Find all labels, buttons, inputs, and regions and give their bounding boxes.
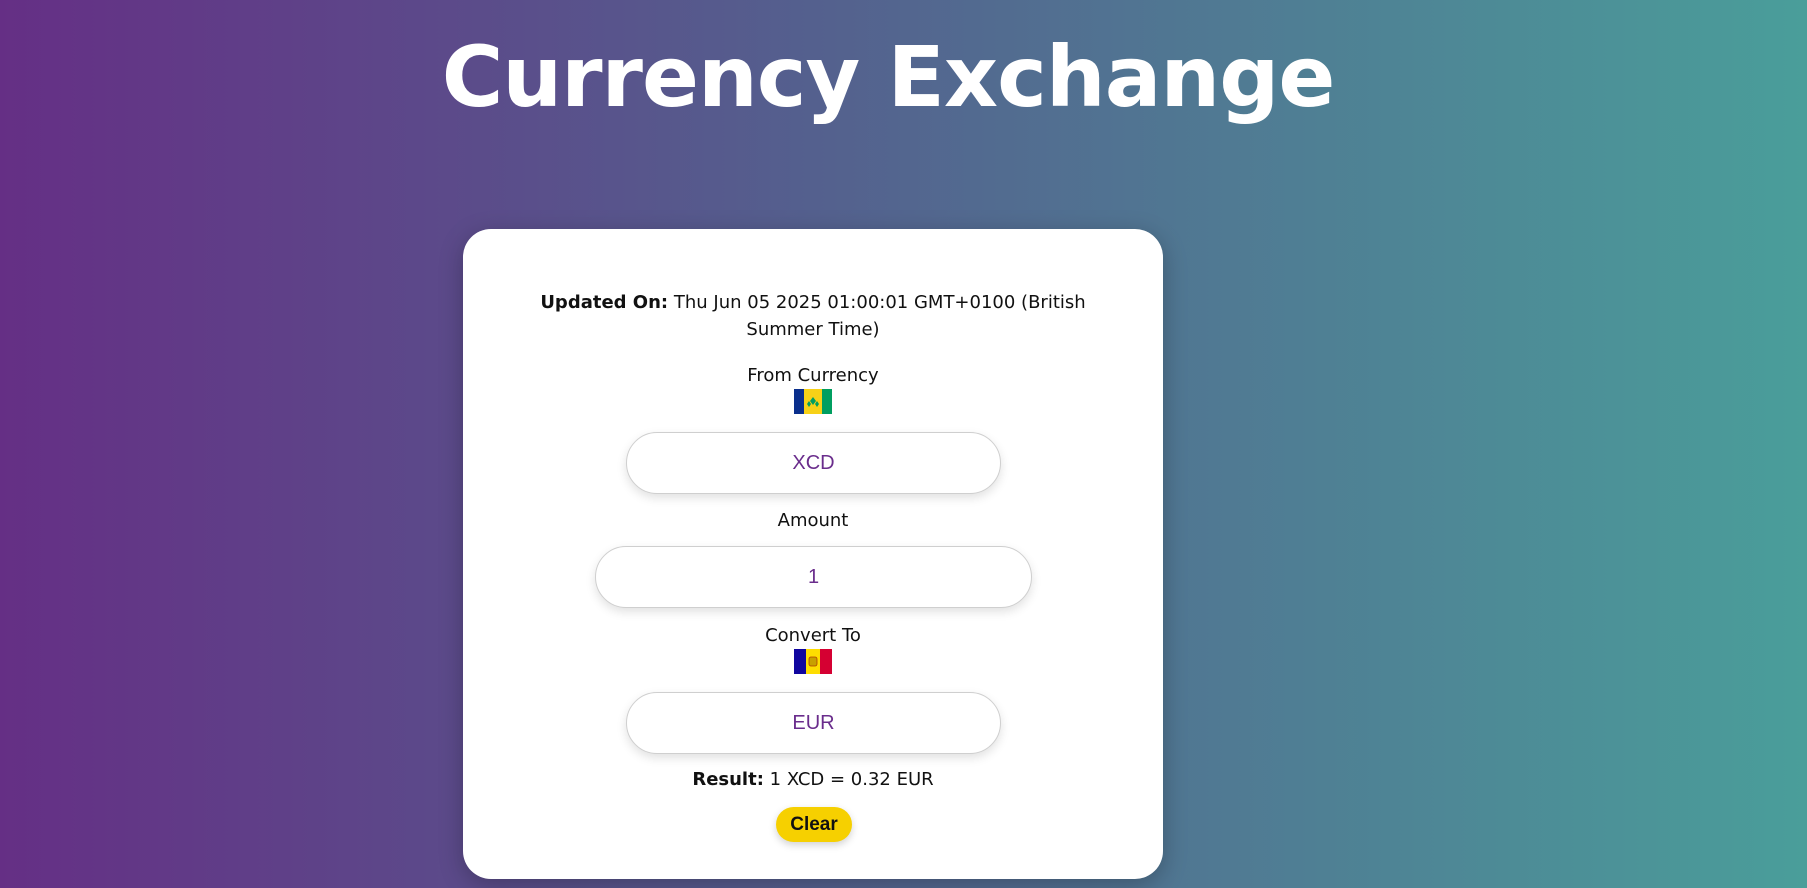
to-currency-select[interactable] (626, 692, 1001, 754)
result-label: Result: (692, 769, 764, 790)
amount-input[interactable] (595, 546, 1032, 608)
saint-vincent-grenadines-flag-icon (794, 389, 832, 414)
updated-on-value: Thu Jun 05 2025 01:00:01 GMT+0100 (Briti… (673, 292, 1086, 340)
from-currency-label: From Currency (747, 365, 879, 386)
convert-to-label: Convert To (765, 625, 861, 646)
result-text: Result: 1 XCD = 0.32 EUR (463, 769, 1163, 790)
andorra-flag-icon (794, 649, 832, 674)
from-currency-select[interactable] (626, 432, 1001, 494)
updated-on-label: Updated On: (540, 292, 669, 313)
exchange-card: Updated On: Thu Jun 05 2025 01:00:01 GMT… (463, 229, 1163, 879)
result-value: 1 XCD = 0.32 EUR (769, 769, 934, 790)
amount-label: Amount (777, 510, 849, 531)
clear-button[interactable]: Clear (776, 807, 852, 842)
updated-on-text: Updated On: Thu Jun 05 2025 01:00:01 GMT… (503, 289, 1123, 343)
page-title: Currency Exchange (441, 28, 1336, 126)
